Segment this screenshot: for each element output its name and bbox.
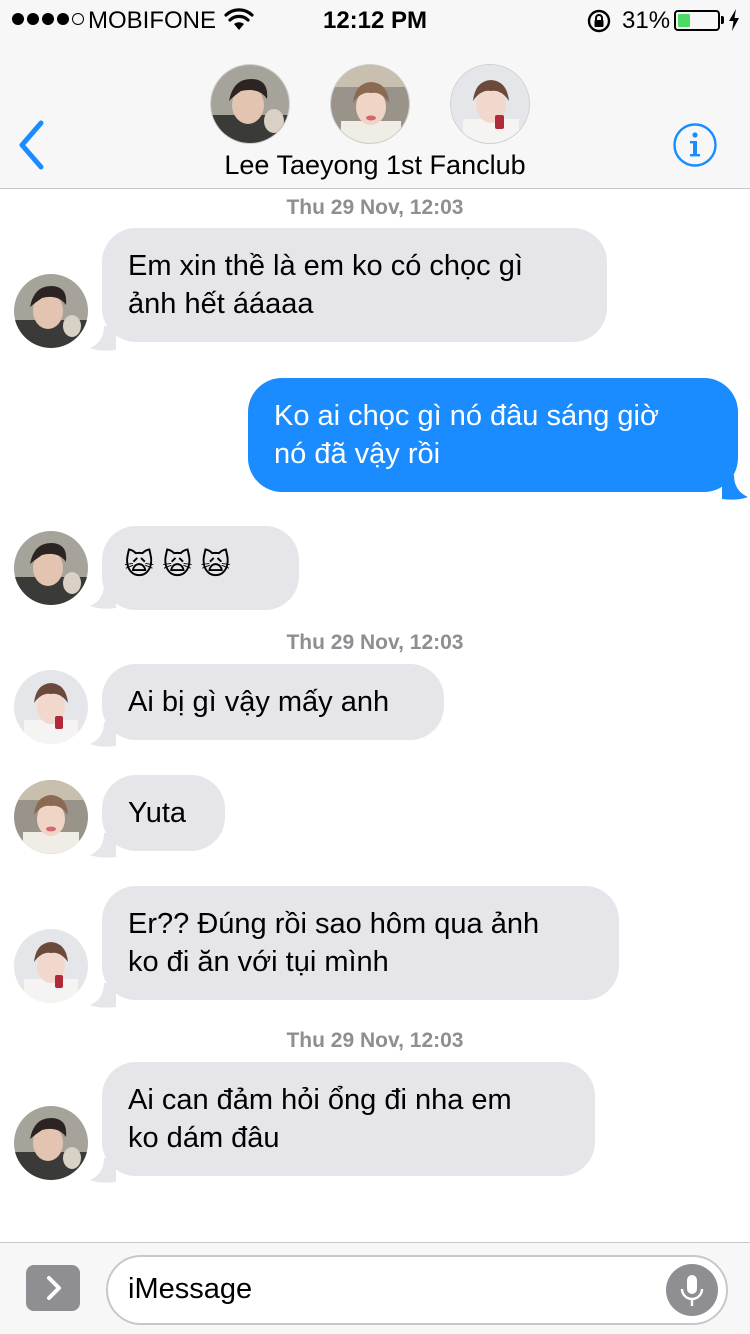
member-avatar [330, 64, 410, 144]
member-avatar [450, 64, 530, 144]
message-text-line: Ai can đảm hỏi ổng đi nha em [128, 1084, 512, 1116]
message-input-placeholder: iMessage [128, 1273, 253, 1305]
incoming-message-bubble[interactable]: Yuta [102, 775, 225, 851]
microphone-icon [680, 1275, 704, 1306]
incoming-message-bubble[interactable]: Ai can đảm hỏi ổng đi nha em ko dám đâu [102, 1062, 595, 1176]
incoming-message-bubble[interactable]: Ai bị gì vậy mấy anh [102, 664, 444, 740]
incoming-message-bubble[interactable]: Em xin thề là em ko có chọc gì ảnh hết á… [102, 228, 607, 342]
conversation-header: Lee Taeyong 1st Fanclub [0, 40, 750, 189]
outgoing-message-bubble[interactable]: Ko ai chọc gì nó đâu sáng giờ nó đã vậy … [248, 378, 738, 492]
sender-avatar[interactable] [14, 1106, 88, 1180]
incoming-message-bubble[interactable]: 🙀 🙀 🙀 [102, 526, 299, 610]
message-input[interactable]: iMessage [106, 1255, 728, 1325]
bubble-tail [722, 475, 748, 500]
conversation-title[interactable]: Lee Taeyong 1st Fanclub [0, 150, 750, 181]
battery-percent: 31% [622, 7, 671, 34]
message-text-line: ảnh hết ááaaa [128, 288, 314, 320]
chevron-right-icon [47, 1276, 61, 1300]
message-text-line: ko đi ăn với tụi mình [128, 946, 389, 978]
message-text-line: Em xin thề là em ko có chọc gì [128, 250, 523, 282]
charging-bolt-icon [729, 9, 739, 31]
sender-avatar[interactable] [14, 929, 88, 1003]
message-text-line: ko dám đâu [128, 1122, 280, 1154]
battery-cap [721, 16, 724, 24]
battery-icon [674, 10, 720, 31]
info-button[interactable] [672, 122, 718, 168]
sender-avatar[interactable] [14, 780, 88, 854]
microphone-button[interactable] [666, 1264, 718, 1316]
message-timestamp: Thu 29 Nov, 12:03 [286, 1029, 464, 1052]
message-thread[interactable]: Thu 29 Nov, 12:03 Em xin thề là em ko có… [0, 190, 750, 1242]
message-text-line: Er?? Đúng rồi sao hôm qua ảnh [128, 908, 540, 940]
compose-bar: iMessage [0, 1242, 750, 1334]
message-text-line: Ko ai chọc gì nó đâu sáng giờ [274, 400, 660, 432]
message-text-line: Ai bị gì vậy mấy anh [128, 686, 390, 718]
message-timestamp: Thu 29 Nov, 12:03 [286, 196, 464, 219]
weary-cat-emoji: 🙀 [162, 549, 193, 581]
sender-avatar[interactable] [14, 531, 88, 605]
status-bar: MOBIFONE 12:12 PM 31% [0, 0, 750, 40]
message-text-line: nó đã vậy rồi [274, 438, 441, 470]
sender-avatar[interactable] [14, 274, 88, 348]
message-text-line: Yuta [128, 797, 187, 829]
message-timestamp: Thu 29 Nov, 12:03 [286, 631, 464, 654]
incoming-message-bubble[interactable]: Er?? Đúng rồi sao hôm qua ảnh ko đi ăn v… [102, 886, 619, 1000]
member-avatar [210, 64, 290, 144]
sender-avatar[interactable] [14, 670, 88, 744]
rotation-lock-icon [587, 9, 611, 33]
weary-cat-emoji: 🙀 [124, 549, 155, 581]
expand-apps-button[interactable] [26, 1265, 80, 1311]
group-avatars[interactable] [0, 64, 750, 146]
weary-cat-emoji: 🙀 [200, 549, 231, 581]
